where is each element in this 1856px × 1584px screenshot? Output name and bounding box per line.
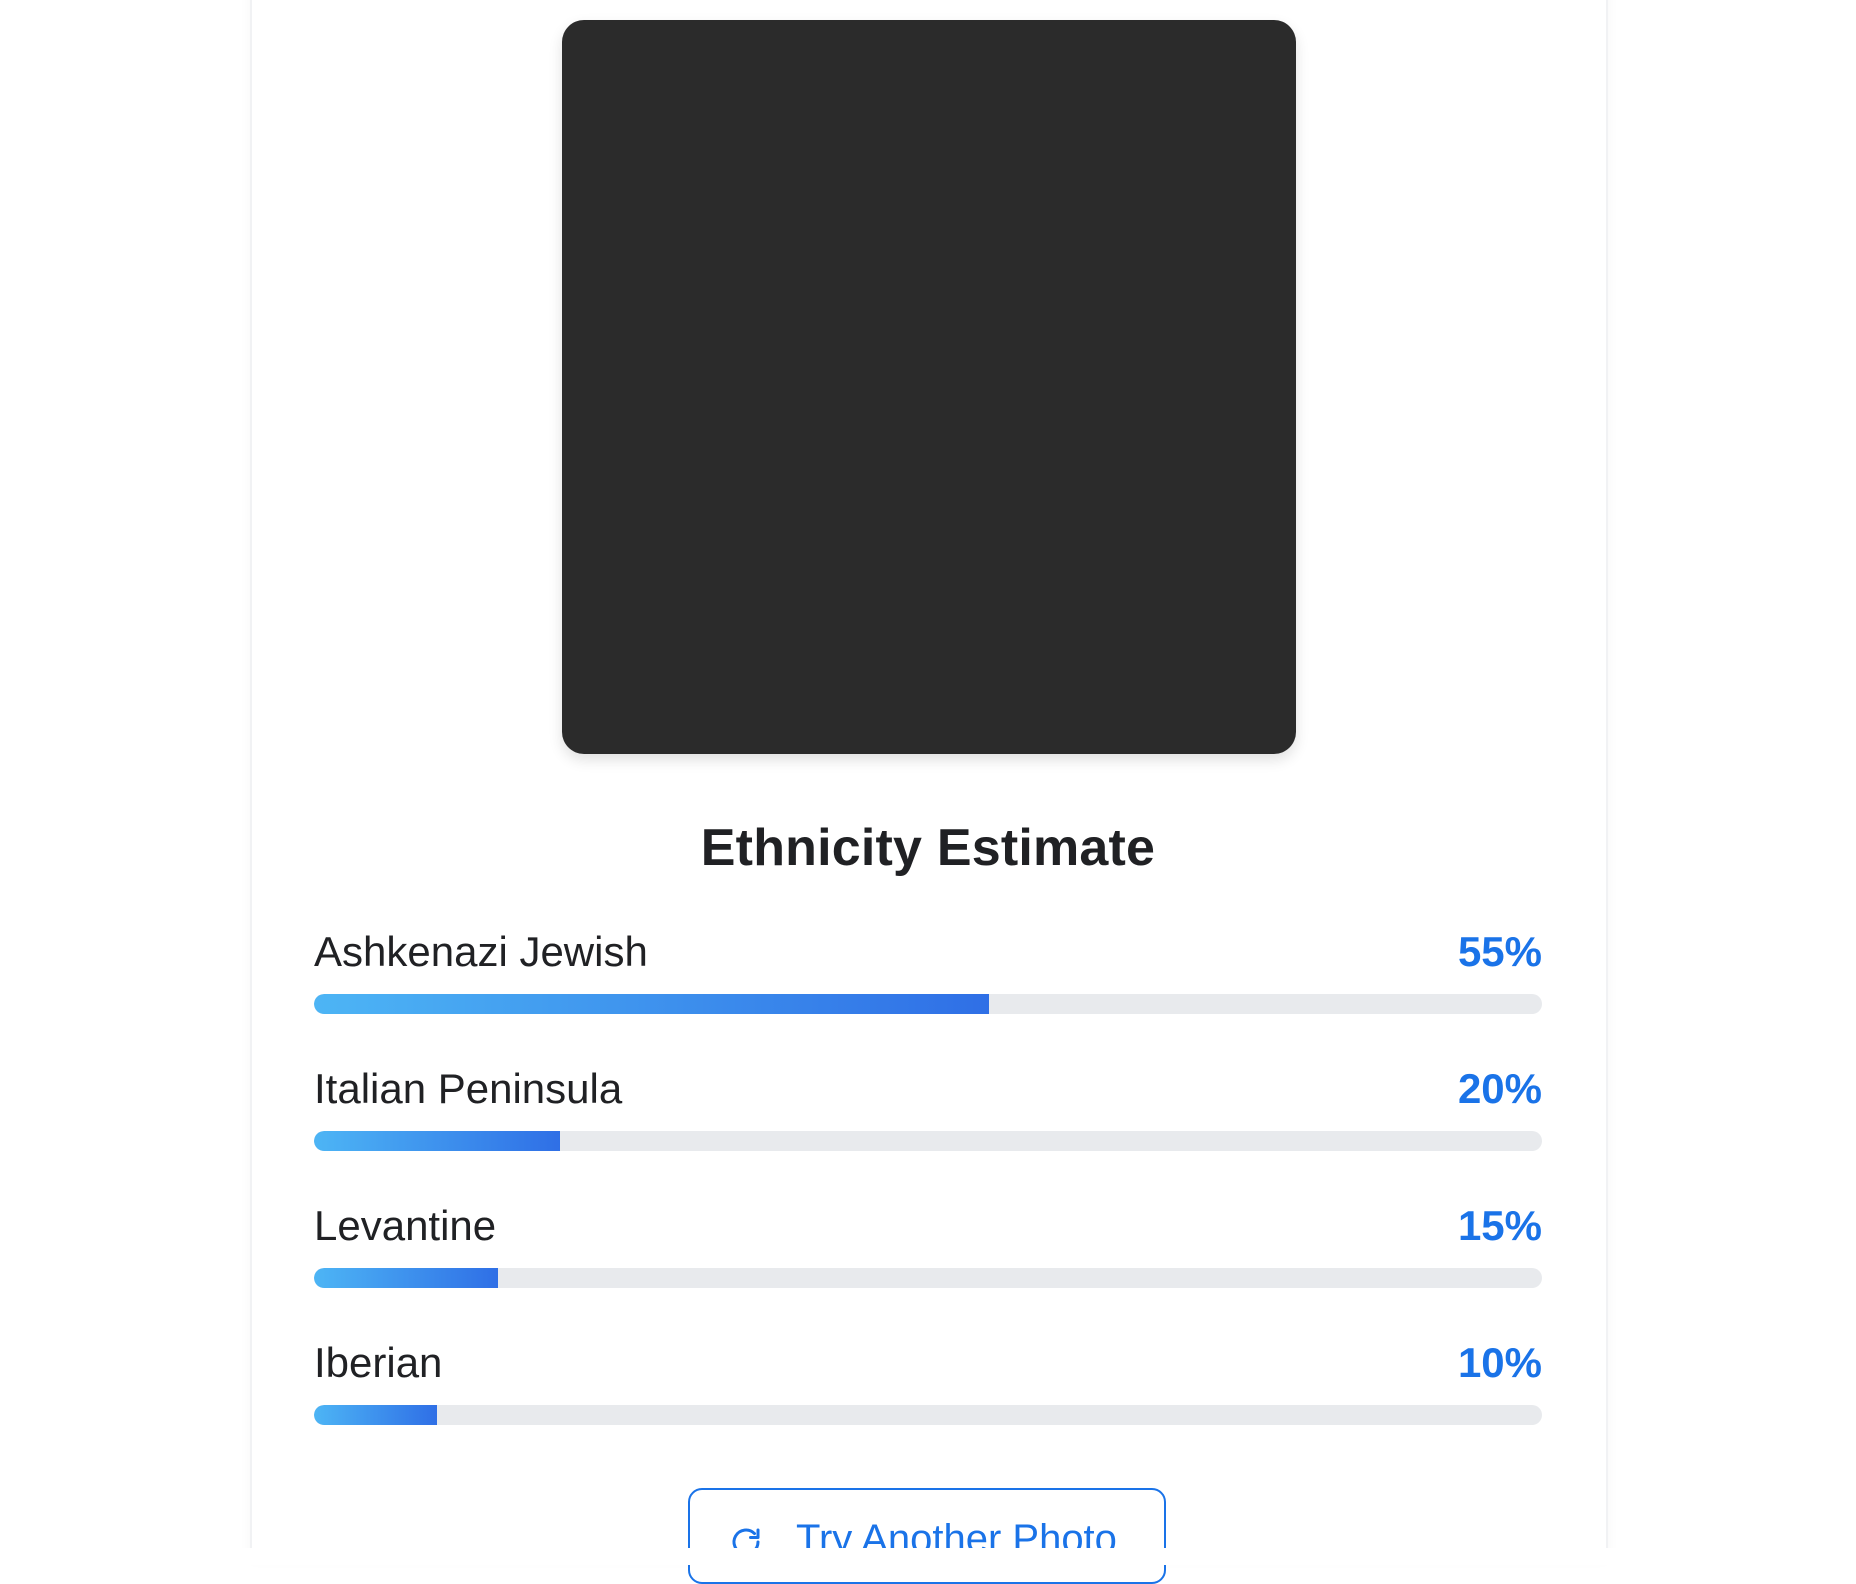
page-title: Ethnicity Estimate <box>700 819 1156 877</box>
progress-fill <box>314 1405 437 1425</box>
result-row-1: Italian Peninsula 20% <box>314 1065 1542 1175</box>
progress-track <box>314 1268 1542 1288</box>
result-label: Italian Peninsula <box>314 1065 623 1112</box>
result-label: Ashkenazi Jewish <box>314 928 648 975</box>
progress-track <box>314 1405 1542 1425</box>
result-label: Iberian <box>314 1339 443 1386</box>
result-percent: 55% <box>1457 928 1542 975</box>
progress-track <box>314 994 1542 1014</box>
result-percent: 10% <box>1457 1339 1542 1386</box>
result-row-0: Ashkenazi Jewish 55% <box>314 928 1542 1038</box>
progress-fill <box>314 1268 499 1288</box>
progress-fill <box>314 1131 560 1151</box>
result-row-3: Iberian 10% <box>314 1339 1542 1449</box>
uploaded-photo <box>562 20 1296 754</box>
progress-fill <box>314 994 990 1014</box>
result-percent: 15% <box>1457 1202 1542 1249</box>
photo-placeholder <box>562 20 1296 754</box>
try-another-photo-button[interactable]: Try Another Photo <box>688 1488 1166 1584</box>
viewport-bottom-mask <box>0 1548 1856 1565</box>
progress-track <box>314 1131 1542 1151</box>
result-label: Levantine <box>314 1202 497 1249</box>
result-percent: 20% <box>1457 1065 1542 1112</box>
result-row-2: Levantine 15% <box>314 1202 1542 1312</box>
